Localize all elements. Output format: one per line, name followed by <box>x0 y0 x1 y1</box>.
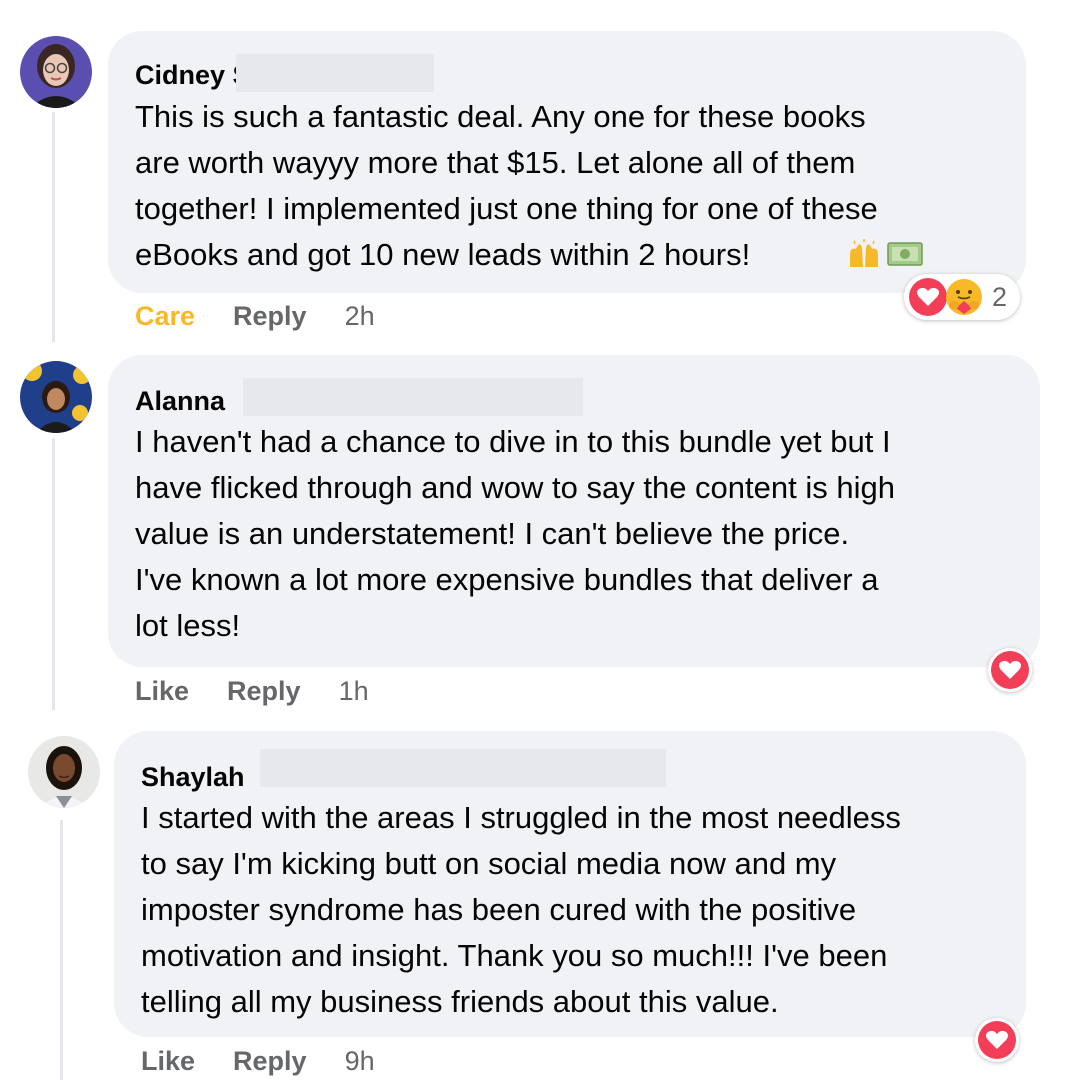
comment-bubble: Alanna I haven't had a chance to dive in… <box>108 355 1040 667</box>
comment-bubble: Shaylah I started with the areas I strug… <box>114 731 1026 1037</box>
redacted-name <box>260 749 666 787</box>
care-button[interactable]: Care <box>135 300 195 332</box>
comment-timestamp[interactable]: 9h <box>345 1045 375 1077</box>
like-button[interactable]: Like <box>135 675 189 707</box>
care-face-icon <box>946 279 982 315</box>
reaction-summary[interactable] <box>988 648 1032 692</box>
emoji-group <box>846 239 926 269</box>
comment-author[interactable]: Alanna <box>135 385 225 417</box>
like-button[interactable]: Like <box>141 1045 195 1077</box>
comment-text: I started with the areas I struggled in … <box>141 800 901 1019</box>
comment-actions: Like Reply 1h <box>135 675 369 707</box>
comment-actions: Care Reply 2h <box>135 300 375 332</box>
reaction-summary[interactable]: 2 <box>904 274 1020 320</box>
reply-button[interactable]: Reply <box>233 300 307 332</box>
avatar[interactable] <box>20 361 92 433</box>
comment-actions: Like Reply 9h <box>141 1045 375 1077</box>
redacted-name <box>236 54 434 92</box>
reply-button[interactable]: Reply <box>233 1045 307 1077</box>
comment-timestamp[interactable]: 2h <box>345 300 375 332</box>
heart-icon <box>991 651 1029 689</box>
comment-bubble: Cidney S This is such a fantastic deal. … <box>108 31 1026 293</box>
comment-author[interactable]: Cidney S <box>135 59 251 91</box>
avatar[interactable] <box>28 736 100 808</box>
thread-line <box>52 112 55 342</box>
thread-line <box>52 438 55 710</box>
comment-timestamp[interactable]: 1h <box>339 675 369 707</box>
money-icon <box>887 242 924 266</box>
reply-button[interactable]: Reply <box>227 675 301 707</box>
comment-text: I haven't had a chance to dive in to thi… <box>135 424 895 643</box>
reaction-summary[interactable] <box>975 1018 1019 1062</box>
heart-icon <box>978 1021 1016 1059</box>
avatar[interactable] <box>20 36 92 108</box>
heart-icon <box>909 278 947 316</box>
comment-author[interactable]: Shaylah <box>141 761 245 793</box>
raising-hands-icon <box>850 239 878 267</box>
thread-line <box>60 820 63 1080</box>
redacted-name <box>243 378 583 416</box>
reaction-count: 2 <box>992 281 1008 312</box>
